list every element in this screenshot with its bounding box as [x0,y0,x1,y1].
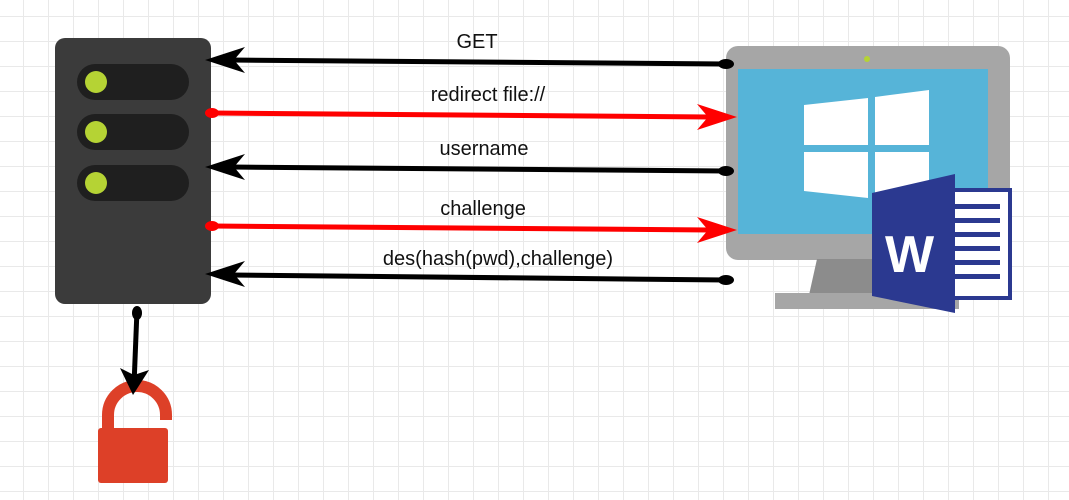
lock-shackle [102,380,172,428]
server-slot-2 [77,114,189,150]
message-label-username: username [440,138,529,160]
message-label-get: GET [456,31,497,53]
server-slot-3 [77,165,189,201]
monitor-camera [864,56,870,62]
lock-body [98,428,168,483]
server-icon [55,38,211,304]
server-led-1 [85,71,107,93]
server-led-2 [85,121,107,143]
server-slot-1 [77,64,189,100]
diagram-canvas: W GET redirect file:// username challeng… [0,0,1069,500]
message-label-challenge: challenge [440,198,526,220]
word-letter: W [885,226,935,284]
message-arrow-2 [205,104,737,130]
diagram-svg: W GET redirect file:// username challeng… [55,31,1012,483]
message-label-redirect: redirect file:// [431,84,546,106]
message-label-response: des(hash(pwd),challenge) [383,248,613,270]
message-arrow-4 [205,217,737,243]
word-document-icon: W [872,174,1012,313]
open-padlock-icon [98,380,172,483]
server-led-3 [85,172,107,194]
